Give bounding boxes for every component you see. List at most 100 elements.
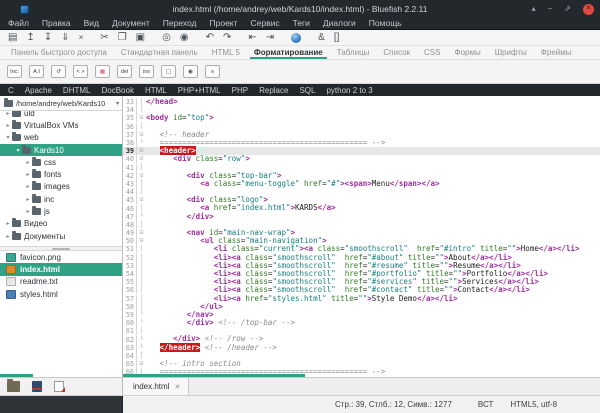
bookmarks-tab[interactable] [54, 381, 64, 392]
lang-DHTML[interactable]: DHTML [63, 86, 91, 95]
tree-item-fonts[interactable]: ▸fonts [0, 168, 122, 180]
brackets-icon[interactable]: [] [334, 33, 340, 43]
file-item-index.html[interactable]: index.html [0, 263, 122, 275]
menu-item-Диалоги[interactable]: Диалоги [323, 18, 356, 28]
format-del-button[interactable]: del [117, 65, 132, 78]
expand-icon[interactable]: ▸ [24, 196, 32, 203]
special-character-icon[interactable]: & [318, 33, 325, 43]
tree-item-VirtualBox VMs[interactable]: ▸VirtualBox VMs [0, 119, 122, 131]
directory-dropdown[interactable]: /home/andrey/web/Kards10 ▾ [0, 96, 122, 111]
close-icon[interactable]: ✕ [174, 383, 180, 391]
collapse-icon[interactable]: ▾ [14, 147, 22, 154]
close-button[interactable]: ✕ [583, 4, 594, 15]
fold-toggle-icon[interactable]: ⊟ [137, 147, 146, 155]
fold-toggle-icon[interactable]: ⊟ [137, 196, 146, 204]
lang-PHP+HTML[interactable]: PHP+HTML [178, 86, 221, 95]
expand-icon[interactable]: ▸ [4, 122, 12, 129]
preview-in-browser-icon[interactable] [291, 33, 301, 43]
lang-DocBook[interactable]: DocBook [101, 86, 133, 95]
menu-item-Файл[interactable]: Файл [8, 18, 29, 28]
menu-item-Документ[interactable]: Документ [112, 18, 150, 28]
sidebar-horizontal-scrollbar[interactable] [0, 374, 33, 377]
tree-item-Документы[interactable]: ▸Документы [0, 230, 122, 242]
fold-toggle-icon[interactable]: ⊟ [137, 172, 146, 180]
tree-item-css[interactable]: ▸css [0, 156, 122, 168]
menu-item-Сервис[interactable]: Сервис [251, 18, 280, 28]
fold-toggle-icon[interactable]: ⊟ [137, 131, 146, 139]
paste-icon[interactable]: ▣ [136, 33, 145, 43]
tree-item-web[interactable]: ▾web [0, 132, 122, 144]
format-align-button[interactable]: ≡ [205, 65, 220, 78]
open-file-icon[interactable]: ↥ [26, 33, 34, 43]
format-ins-button[interactable]: ins [139, 65, 154, 78]
undo-icon[interactable]: ↶ [206, 33, 214, 43]
indent-icon[interactable]: ⇥ [266, 33, 274, 43]
expand-icon[interactable]: ▸ [4, 233, 12, 240]
toolbar-tab-Фреймы[interactable]: Фреймы [534, 46, 579, 59]
toolbar-tab-CSS[interactable]: CSS [417, 46, 447, 59]
editor-horizontal-scrollbar[interactable] [123, 374, 305, 377]
unindent-icon[interactable]: ⇤ [248, 33, 256, 43]
format-frame-button[interactable]: ▢ [161, 65, 176, 78]
save-as-icon[interactable]: ⇓ [61, 33, 69, 43]
menu-item-Проект[interactable]: Проект [210, 18, 238, 28]
format-code-button[interactable]: < > [73, 65, 88, 78]
maximize-button[interactable]: ⇗ [564, 5, 571, 13]
fold-toggle-icon[interactable]: ⊟ [137, 229, 146, 237]
lang-PHP[interactable]: PHP [232, 86, 248, 95]
file-item-styles.html[interactable]: styles.html [0, 288, 122, 300]
code-editor[interactable]: 33│</head>34│35⊟<body id="top">36│37⊟ <!… [123, 96, 600, 377]
toolbar-tab-HTML 5[interactable]: HTML 5 [205, 46, 247, 59]
format-view-button[interactable]: ◉ [183, 65, 198, 78]
menu-item-Вид[interactable]: Вид [84, 18, 99, 28]
cut-icon[interactable]: ✂ [100, 33, 108, 43]
toolbar-tab-Шрифты[interactable]: Шрифты [488, 46, 534, 59]
expand-icon[interactable]: ▸ [24, 159, 32, 166]
fold-toggle-icon[interactable]: ⊟ [137, 360, 146, 368]
lang-HTML[interactable]: HTML [145, 86, 167, 95]
tree-item-Kards10[interactable]: ▾Kards10 [0, 144, 122, 156]
new-document-icon[interactable]: ▤ [8, 33, 17, 43]
format-inc-button[interactable]: Inc. [7, 65, 22, 78]
toolbar-tab-Панель быстрого доступа[interactable]: Панель быстрого доступа [4, 46, 114, 59]
save-file-icon[interactable]: ↧ [44, 33, 52, 43]
menu-item-Теги[interactable]: Теги [293, 18, 310, 28]
collapse-icon[interactable]: ▾ [4, 134, 12, 141]
format-refresh-button[interactable]: ↺ [51, 65, 66, 78]
file-item-favicon.png[interactable]: favicon.png [0, 251, 122, 263]
toolbar-tab-Стандартная панель[interactable]: Стандартная панель [114, 46, 205, 59]
fold-toggle-icon[interactable]: ⊟ [137, 155, 146, 163]
copy-icon[interactable]: ❐ [118, 33, 127, 43]
lang-python 2 to 3[interactable]: python 2 to 3 [326, 86, 372, 95]
find-replace-icon[interactable]: ◉ [180, 33, 189, 43]
format-acronym-button[interactable]: A.I [29, 65, 44, 78]
redo-icon[interactable]: ↷ [223, 33, 231, 43]
toolbar-tab-Таблицы[interactable]: Таблицы [330, 46, 377, 59]
menu-item-Переход[interactable]: Переход [163, 18, 197, 28]
lang-C[interactable]: C [8, 86, 14, 95]
lang-Replace[interactable]: Replace [259, 86, 288, 95]
close-document-icon[interactable]: × [79, 33, 84, 43]
lang-SQL[interactable]: SQL [299, 86, 315, 95]
tab-index-html[interactable]: index.html ✕ [123, 378, 189, 395]
format-table-button[interactable]: ▦ [95, 65, 110, 78]
expand-icon[interactable]: ▸ [4, 220, 12, 227]
toolbar-tab-Формы[interactable]: Формы [447, 46, 487, 59]
expand-icon[interactable]: ▸ [4, 111, 12, 117]
toolbar-tab-Список[interactable]: Список [376, 46, 417, 59]
toolbar-tab-Форматирование[interactable]: Форматирование [247, 46, 330, 59]
tree-item-inc[interactable]: ▸inc [0, 193, 122, 205]
tree-item-images[interactable]: ▸images [0, 181, 122, 193]
expand-icon[interactable]: ▸ [24, 183, 32, 190]
expand-icon[interactable]: ▸ [24, 171, 32, 178]
tree-item-Видео[interactable]: ▸Видео [0, 218, 122, 230]
tree-item-js[interactable]: ▸js [0, 205, 122, 217]
tree-item-uld[interactable]: ▸uld [0, 111, 122, 119]
file-item-readme.txt[interactable]: readme.txt [0, 276, 122, 288]
minimize-button[interactable]: − [548, 5, 553, 13]
menu-item-Помощь[interactable]: Помощь [369, 18, 402, 28]
shade-button[interactable]: ▴ [532, 5, 536, 13]
menu-item-Правка[interactable]: Правка [42, 18, 71, 28]
expand-icon[interactable]: ▸ [24, 208, 32, 215]
lang-Apache[interactable]: Apache [25, 86, 52, 95]
